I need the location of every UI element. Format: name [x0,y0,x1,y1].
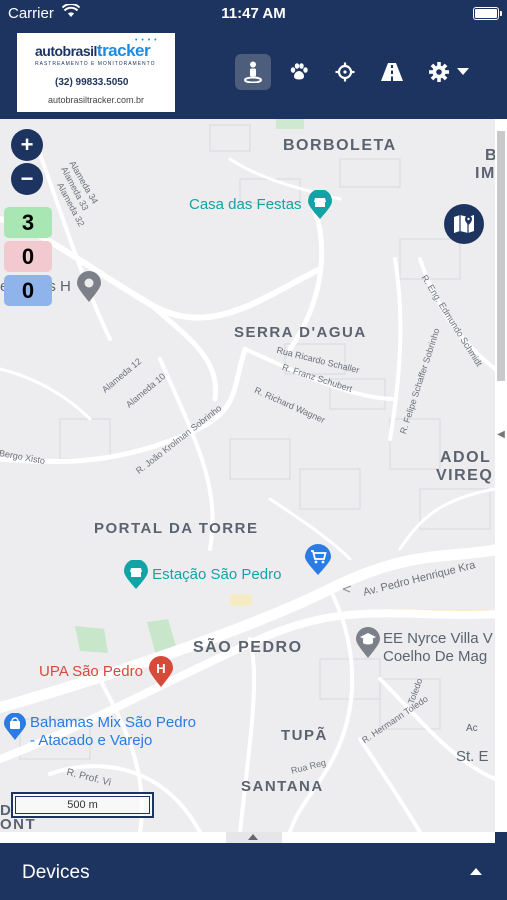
settings-menu-button[interactable] [424,54,474,90]
zoom-out-button[interactable]: − [11,163,43,195]
school-pin-icon [356,627,380,658]
label-tupa: TUPÃ [281,727,328,744]
zoom-in-button[interactable]: + [11,129,43,161]
street-view-icon [244,61,262,83]
bottom-sheet-grabber[interactable] [0,832,495,843]
map-layers-icon [454,215,474,233]
svg-text:H: H [156,661,165,676]
label-sao-pedro: SÃO PEDRO [193,639,303,656]
logo-phone: (32) 99833.5050 [55,77,129,88]
label-adolfo-1: ADOL [440,449,492,466]
poi-label-2: - Atacado e Varejo [30,732,153,749]
app-header: • • • • autobrasiltracker RASTREAMENTO E… [0,26,495,119]
label-right-b: B [485,147,495,164]
chevron-down-icon [457,68,469,75]
poi-label: EE Nyrce Villa V [383,630,493,647]
poi-st-e: St. E [456,748,489,765]
label-serra-dagua: SERRA D'AGUA [234,324,367,341]
status-bar: Carrier 11:47 AM [0,0,507,26]
logo-website: autobrasiltracker.com.br [47,95,145,105]
logo-brand: autobrasiltracker [35,41,151,60]
poi-supermarket[interactable] [305,544,331,580]
map-view[interactable]: BORBOLETA B IM SERRA D'AGUA ADOL VIREQ P… [0,119,495,832]
store-pin-icon [307,189,332,219]
scale-label: 500 m [15,796,150,814]
side-drawer-edge[interactable]: ◀ [495,119,507,832]
scroll-thumb[interactable] [497,131,505,381]
label-portal-da-torre: PORTAL DA TORRE [94,520,259,537]
poi-label-2: Coelho De Mag [383,648,488,665]
clock: 11:47 AM [221,5,286,22]
locate-button[interactable] [327,54,363,90]
label-santana: SANTANA [241,778,324,795]
counter-offline[interactable]: 0 [4,241,52,272]
crosshair-icon [335,62,355,82]
label-adolfo-2: VIREQ [436,467,494,484]
shopping-bag-pin-icon [4,713,26,740]
road-icon [381,63,403,81]
gear-icon [429,62,449,82]
company-logo: • • • • autobrasiltracker RASTREAMENTO E… [17,33,175,112]
counter-idle[interactable]: 0 [4,275,52,306]
expand-caret-icon[interactable] [470,868,482,875]
poi-label: Casa das Festas [189,195,302,213]
map-scale-bar: 500 m [11,792,154,818]
poi-upa-sao-pedro[interactable]: UPA São Pedro H [39,656,174,688]
chevron-up-icon [248,834,258,840]
poi-casa-das-festas[interactable]: Casa das Festas [189,189,332,220]
cart-pin-icon [305,544,331,575]
poi-label: UPA São Pedro [39,662,143,680]
pet-tracking-button[interactable] [281,54,317,90]
poi-label: Estação São Pedro [152,565,282,583]
battery-icon [473,7,502,20]
poi-ac: Ac [466,723,478,734]
devices-panel-header[interactable]: Devices [0,843,507,900]
counter-online[interactable]: 3 [4,207,52,238]
map-type-button[interactable] [444,204,484,244]
poi-label: Bahamas Mix São Pedro [30,714,196,731]
label-right-im: IM [475,165,495,182]
route-button[interactable] [374,54,410,90]
label-borboleta: BORBOLETA [283,137,397,154]
street-view-button[interactable] [235,54,271,90]
drawer-handle-icon[interactable]: ◀ [495,421,507,447]
location-pin-icon [77,271,102,302]
paw-icon [290,63,308,80]
hospital-pin-icon: H [149,656,174,687]
logo-tagline: RASTREAMENTO E MONITORAMENTO [35,61,156,67]
store-pin-icon [124,559,148,589]
poi-estacao-sao-pedro[interactable]: Estação São Pedro [124,559,282,590]
devices-label: Devices [22,862,90,883]
